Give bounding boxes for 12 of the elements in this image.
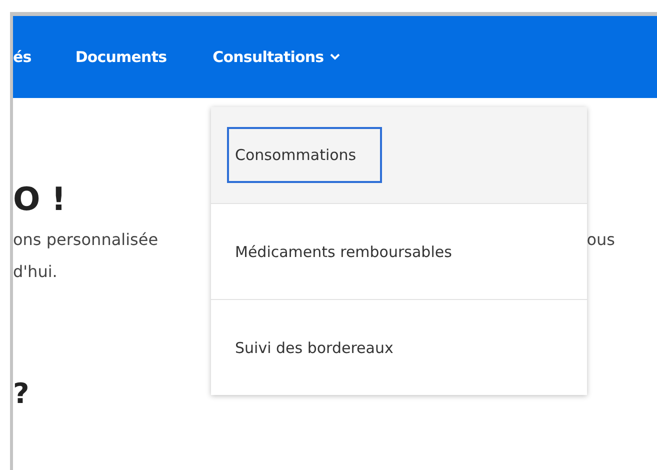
intro-text: ons personnalisée [13, 229, 158, 252]
nav-link[interactable]: és [13, 48, 32, 66]
nav-link[interactable]: Documents [75, 48, 167, 66]
chevron-icon [330, 53, 340, 61]
section-heading: ? [13, 380, 30, 408]
intro-text: ous [586, 229, 615, 252]
page-heading: O ! [13, 180, 67, 218]
menu-item[interactable]: Consommations [211, 107, 587, 203]
nav-dropdown[interactable]: Consultations [212, 48, 340, 66]
intro-text: d'hui. [13, 261, 58, 284]
menu-item[interactable]: Suivi des bordereaux [211, 299, 587, 395]
menu-item[interactable]: Médicaments remboursables [211, 203, 587, 299]
